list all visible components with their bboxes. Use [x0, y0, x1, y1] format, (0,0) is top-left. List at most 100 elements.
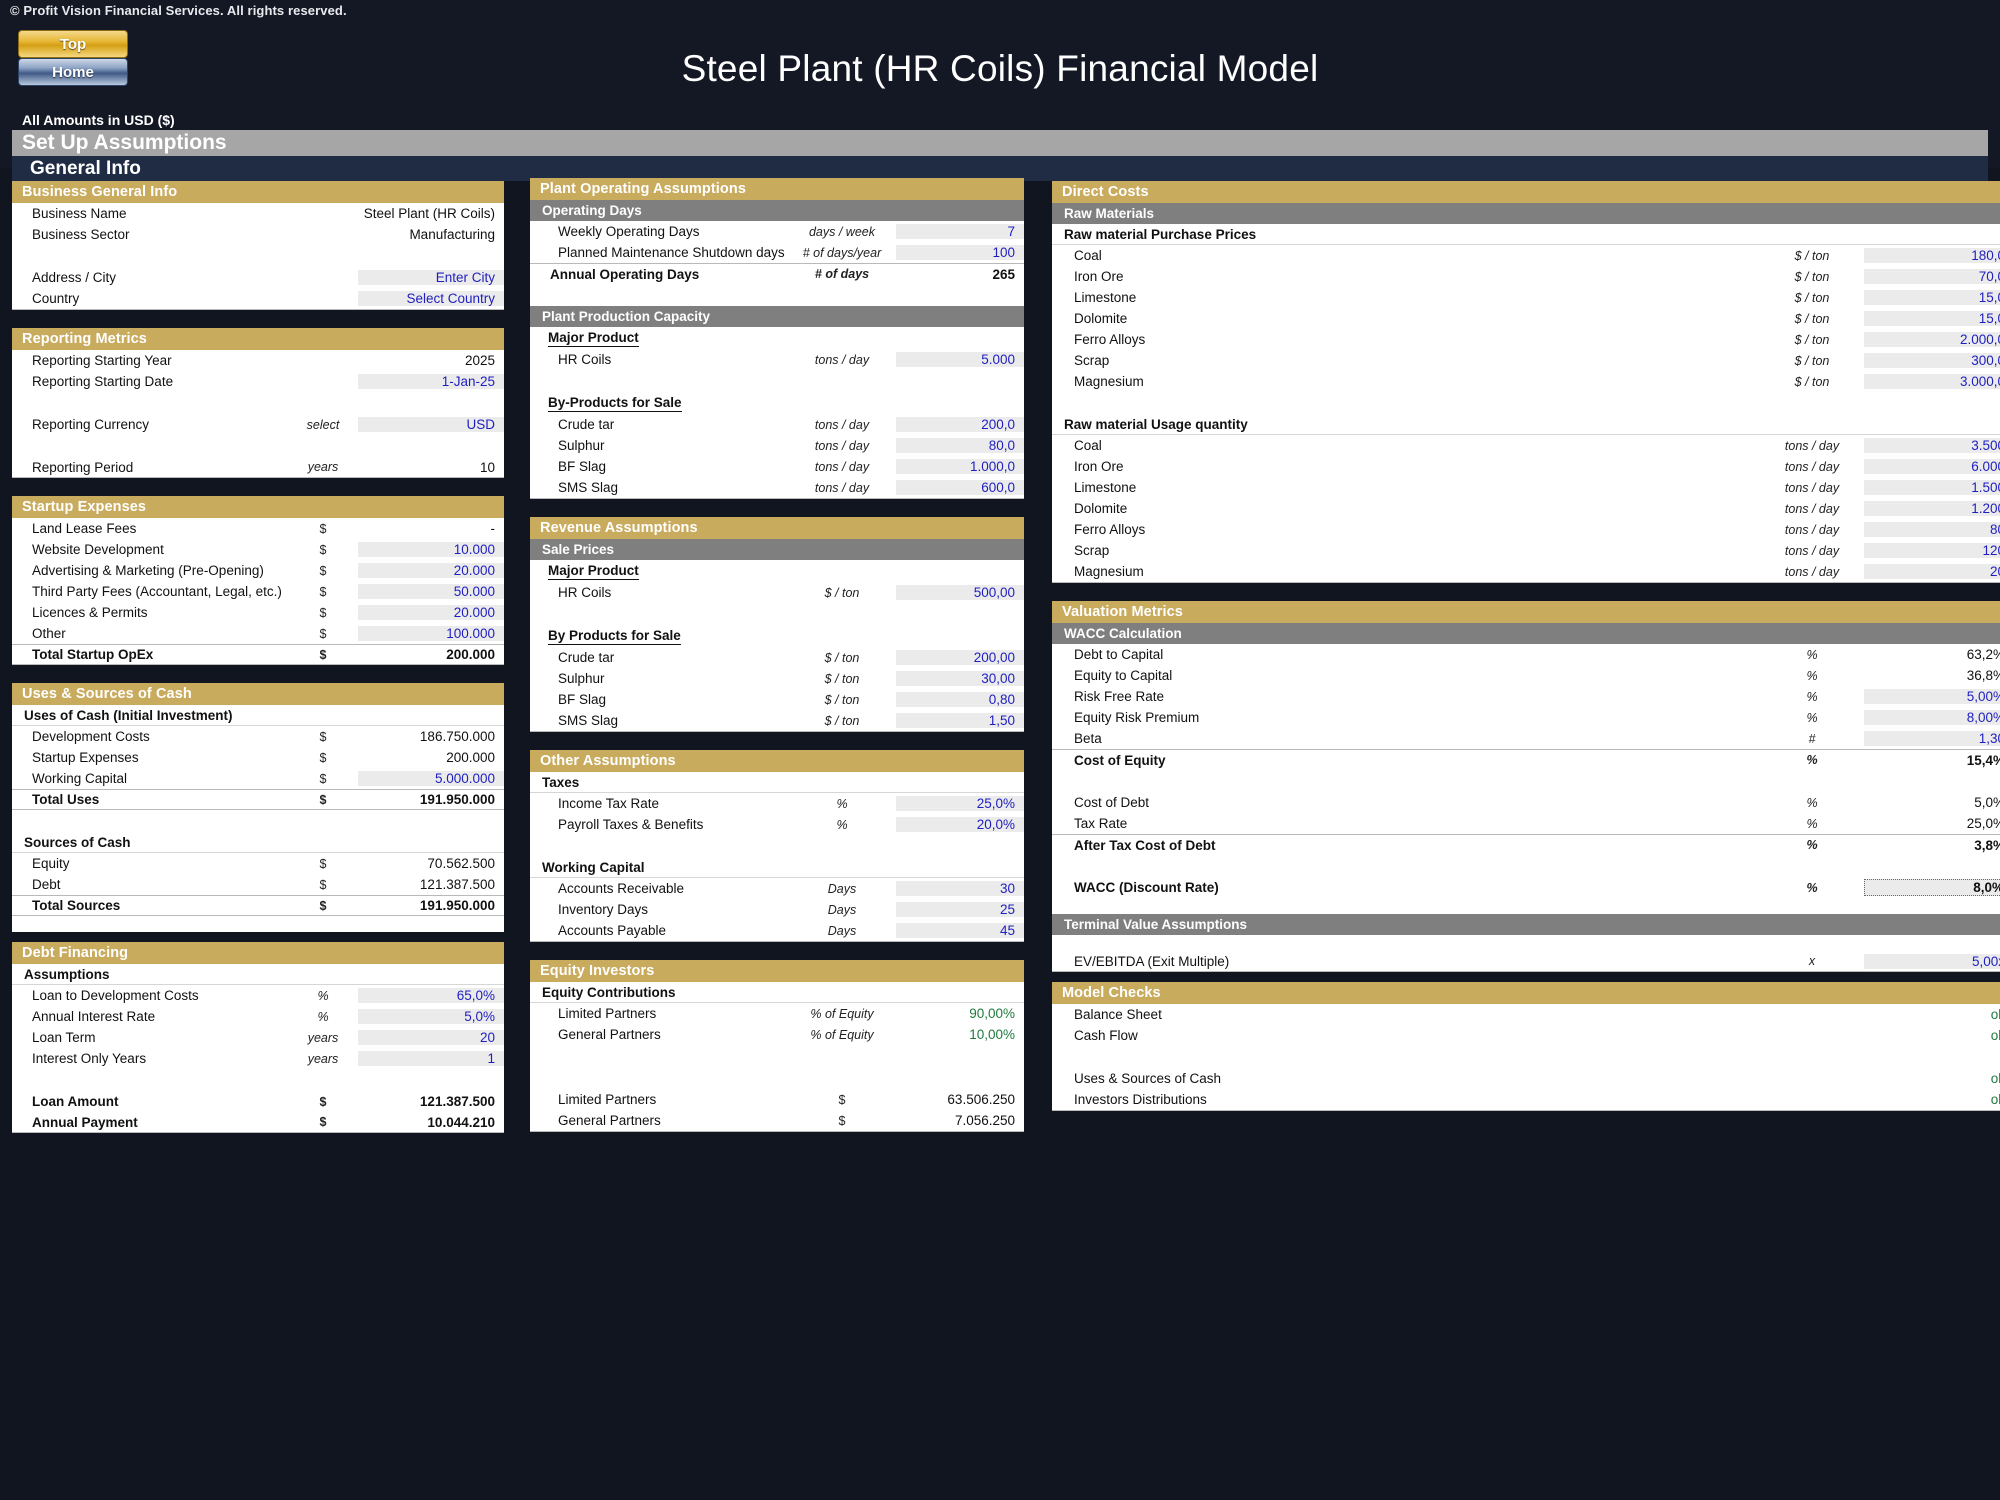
inventory-days-input[interactable]: 25: [896, 902, 1024, 917]
scrap-price-input[interactable]: 300,0: [1864, 353, 2000, 368]
loan-term-input[interactable]: 20: [358, 1030, 504, 1045]
table-row[interactable]: HR Coils tons / day 5.000: [530, 349, 1024, 370]
sms-slag-capacity-input[interactable]: 600,0: [896, 480, 1024, 495]
table-row[interactable]: Iron Ore tons / day 6.000: [1052, 456, 2000, 477]
table-row[interactable]: Crude tar tons / day 200,0: [530, 414, 1024, 435]
table-row[interactable]: HR Coils $ / ton 500,00: [530, 582, 1024, 603]
ev-ebitda-multiple-input[interactable]: 5,00x: [1864, 953, 2000, 969]
table-row[interactable]: Interest Only Years years 1: [12, 1048, 504, 1069]
payroll-taxes-input[interactable]: 20,0%: [896, 817, 1024, 832]
iron-ore-usage-input[interactable]: 6.000: [1864, 459, 2000, 474]
annual-interest-rate-input[interactable]: 5,0%: [358, 1009, 504, 1024]
crude-tar-capacity-input[interactable]: 200,0: [896, 417, 1024, 432]
dolomite-price-input[interactable]: 15,0: [1864, 311, 2000, 326]
scrap-usage-input[interactable]: 120: [1864, 543, 2000, 558]
table-row[interactable]: Annual Interest Rate % 5,0%: [12, 1006, 504, 1027]
hr-coils-capacity-input[interactable]: 5.000: [896, 352, 1024, 367]
table-row[interactable]: Address / City Enter City: [12, 267, 504, 288]
third-party-fees-input[interactable]: 50.000: [358, 584, 504, 599]
table-row[interactable]: Sulphur $ / ton 30,00: [530, 668, 1024, 689]
sulphur-capacity-input[interactable]: 80,0: [896, 438, 1024, 453]
sulphur-price-input[interactable]: 30,00: [896, 671, 1024, 686]
table-row[interactable]: Third Party Fees (Accountant, Legal, etc…: [12, 581, 504, 602]
by-products-text: By-Products for Sale: [548, 394, 682, 412]
table-row[interactable]: Magnesium tons / day 20: [1052, 561, 2000, 582]
table-row[interactable]: Accounts Payable Days 45: [530, 920, 1024, 941]
table-row[interactable]: Payroll Taxes & Benefits % 20,0%: [530, 814, 1024, 835]
bf-slag-price-input[interactable]: 0,80: [896, 692, 1024, 707]
interest-only-years-input[interactable]: 1: [358, 1051, 504, 1066]
table-row[interactable]: Beta # 1,30: [1052, 728, 2000, 749]
table-row[interactable]: Limestone $ / ton 15,0: [1052, 287, 2000, 308]
table-row[interactable]: Loan Term years 20: [12, 1027, 504, 1048]
sms-slag-price-input[interactable]: 1,50: [896, 713, 1024, 728]
table-row[interactable]: Country Select Country: [12, 288, 504, 309]
ferro-alloys-price-input[interactable]: 2.000,0: [1864, 332, 2000, 347]
coal-price-input[interactable]: 180,0: [1864, 248, 2000, 263]
table-row[interactable]: Equity Risk Premium % 8,00%: [1052, 707, 2000, 728]
table-row[interactable]: SMS Slag $ / ton 1,50: [530, 710, 1024, 731]
weekly-operating-days-input[interactable]: 7: [896, 224, 1024, 239]
hr-coils-price-input[interactable]: 500,00: [896, 585, 1024, 600]
coal-usage-input[interactable]: 3.500: [1864, 438, 2000, 453]
table-row[interactable]: Licences & Permits $ 20.000: [12, 602, 504, 623]
equity-risk-premium-input[interactable]: 8,00%: [1864, 710, 2000, 725]
table-row[interactable]: Reporting Starting Date 1-Jan-25: [12, 371, 504, 392]
crude-tar-price-input[interactable]: 200,00: [896, 650, 1024, 665]
accounts-receivable-input[interactable]: 30: [896, 881, 1024, 896]
table-row[interactable]: Scrap $ / ton 300,0: [1052, 350, 2000, 371]
table-row[interactable]: Scrap tons / day 120: [1052, 540, 2000, 561]
country-select[interactable]: Select Country: [358, 291, 504, 306]
table-row[interactable]: EV/EBITDA (Exit Multiple) x 5,00x: [1052, 951, 2000, 972]
reporting-start-date-input[interactable]: 1-Jan-25: [358, 374, 504, 389]
advertising-marketing-input[interactable]: 20.000: [358, 563, 504, 578]
table-row[interactable]: BF Slag $ / ton 0,80: [530, 689, 1024, 710]
income-tax-rate-input[interactable]: 25,0%: [896, 796, 1024, 811]
table-row[interactable]: SMS Slag tons / day 600,0: [530, 477, 1024, 498]
magnesium-usage-input[interactable]: 20: [1864, 564, 2000, 579]
ferro-alloys-usage-input[interactable]: 80: [1864, 522, 2000, 537]
loan-to-development-costs-input[interactable]: 65,0%: [358, 988, 504, 1003]
maintenance-shutdown-days-input[interactable]: 100: [896, 245, 1024, 260]
table-row[interactable]: Dolomite $ / ton 15,0: [1052, 308, 2000, 329]
limestone-price-input[interactable]: 15,0: [1864, 290, 2000, 305]
bf-slag-capacity-input[interactable]: 1.000,0: [896, 459, 1024, 474]
table-row[interactable]: Advertising & Marketing (Pre-Opening) $ …: [12, 560, 504, 581]
website-development-input[interactable]: 10.000: [358, 542, 504, 557]
table-row[interactable]: Dolomite tons / day 1.200: [1052, 498, 2000, 519]
reporting-currency-select[interactable]: USD: [358, 417, 504, 432]
table-row[interactable]: Website Development $ 10.000: [12, 539, 504, 560]
table-row[interactable]: Inventory Days Days 25: [530, 899, 1024, 920]
accounts-payable-input[interactable]: 45: [896, 923, 1024, 938]
table-row[interactable]: Coal tons / day 3.500: [1052, 435, 2000, 456]
risk-free-rate-input[interactable]: 5,00%: [1864, 689, 2000, 704]
table-row[interactable]: Other $ 100.000: [12, 623, 504, 644]
licences-permits-input[interactable]: 20.000: [358, 605, 504, 620]
table-row[interactable]: Risk Free Rate % 5,00%: [1052, 686, 2000, 707]
dolomite-usage-input[interactable]: 1.200: [1864, 501, 2000, 516]
limestone-usage-input[interactable]: 1.500: [1864, 480, 2000, 495]
table-row[interactable]: BF Slag tons / day 1.000,0: [530, 456, 1024, 477]
table-row[interactable]: Weekly Operating Days days / week 7: [530, 221, 1024, 242]
table-row[interactable]: Loan to Development Costs % 65,0%: [12, 985, 504, 1006]
working-capital-input[interactable]: 5.000.000: [358, 771, 504, 786]
table-row[interactable]: Reporting Currency select USD: [12, 414, 504, 435]
table-row[interactable]: Ferro Alloys $ / ton 2.000,0: [1052, 329, 2000, 350]
table-row[interactable]: Limestone tons / day 1.500: [1052, 477, 2000, 498]
address-city-input[interactable]: Enter City: [358, 270, 504, 285]
other-startup-input[interactable]: 100.000: [358, 626, 504, 641]
magnesium-price-input[interactable]: 3.000,0: [1864, 374, 2000, 389]
table-row[interactable]: Income Tax Rate % 25,0%: [530, 793, 1024, 814]
table-row[interactable]: Coal $ / ton 180,0: [1052, 245, 2000, 266]
table-row[interactable]: Crude tar $ / ton 200,00: [530, 647, 1024, 668]
row-label: Country: [32, 291, 80, 306]
table-row[interactable]: Iron Ore $ / ton 70,0: [1052, 266, 2000, 287]
table-row[interactable]: Planned Maintenance Shutdown days # of d…: [530, 242, 1024, 263]
beta-input[interactable]: 1,30: [1864, 731, 2000, 746]
table-row[interactable]: Working Capital $ 5.000.000: [12, 768, 504, 789]
table-row[interactable]: Sulphur tons / day 80,0: [530, 435, 1024, 456]
table-row[interactable]: Ferro Alloys tons / day 80: [1052, 519, 2000, 540]
table-row[interactable]: Accounts Receivable Days 30: [530, 878, 1024, 899]
table-row[interactable]: Magnesium $ / ton 3.000,0: [1052, 371, 2000, 392]
iron-ore-price-input[interactable]: 70,0: [1864, 269, 2000, 284]
